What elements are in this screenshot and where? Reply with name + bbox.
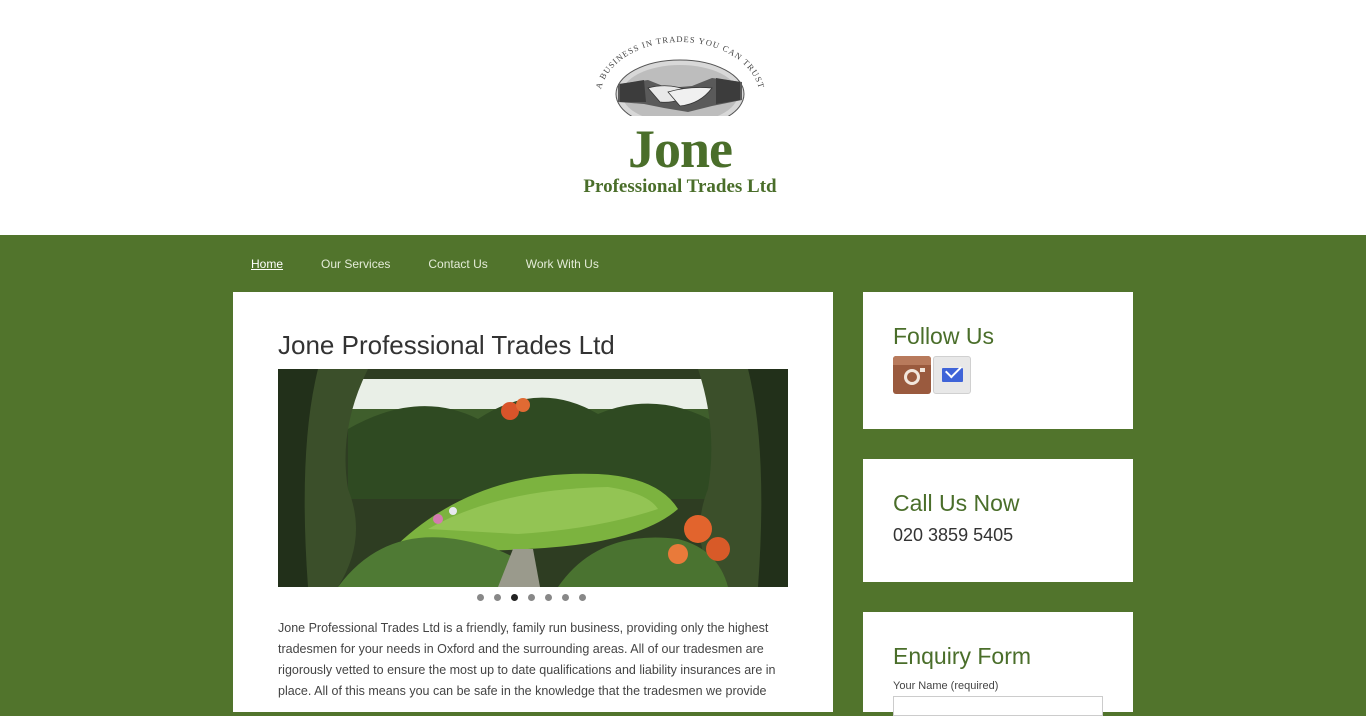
follow-us-title: Follow Us [893, 323, 994, 349]
enquiry-form-title: Enquiry Form [893, 643, 1032, 669]
logo-subtitle: Professional Trades Ltd [583, 176, 777, 197]
main-nav: Home Our Services Contact Us Work With U… [251, 256, 599, 274]
call-us-widget: Call Us Now 020 3859 5405 [863, 459, 1133, 582]
nav-item-contact-us[interactable]: Contact Us [428, 256, 487, 274]
slider-dot-4[interactable] [528, 594, 535, 601]
garden-photo [278, 369, 788, 587]
nav-item-home[interactable]: Home [251, 256, 283, 274]
slider-dots [477, 594, 586, 601]
slider-image-garden[interactable] [278, 369, 788, 587]
intro-paragraph: Jone Professional Trades Ltd is a friend… [278, 621, 776, 698]
enquiry-form-widget: Enquiry Form Your Name (required) [863, 612, 1133, 716]
slider-dot-5[interactable] [545, 594, 552, 601]
main-content: Jone Professional Trades Ltd Jone Profes… [233, 292, 833, 712]
call-us-title: Call Us Now [893, 490, 1020, 516]
page-title: Jone Professional Trades Ltd [278, 330, 615, 360]
slider-dot-3[interactable] [511, 594, 518, 601]
nav-item-work-with-us[interactable]: Work With Us [526, 256, 599, 274]
site-header: A BUSINESS IN TRADES YOU CAN TRUST Jone … [0, 0, 1366, 235]
site-logo[interactable]: A BUSINESS IN TRADES YOU CAN TRUST Jone … [560, 36, 800, 202]
instagram-icon[interactable] [893, 356, 931, 394]
slider-dot-6[interactable] [562, 594, 569, 601]
email-icon[interactable] [933, 356, 971, 394]
slider-dot-2[interactable] [494, 594, 501, 601]
phone-number[interactable]: 020 3859 5405 [893, 524, 1013, 546]
nav-item-our-services[interactable]: Our Services [321, 256, 390, 274]
follow-us-widget: Follow Us [863, 292, 1133, 429]
slider-dot-7[interactable] [579, 594, 586, 601]
logo-wordmark: Jone [628, 119, 733, 179]
slider-dot-1[interactable] [477, 594, 484, 601]
social-icons [893, 356, 971, 394]
your-name-label: Your Name (required) [893, 680, 999, 692]
logo-handshake-emblem: A BUSINESS IN TRADES YOU CAN TRUST [593, 36, 766, 116]
your-name-input[interactable] [893, 696, 1103, 716]
